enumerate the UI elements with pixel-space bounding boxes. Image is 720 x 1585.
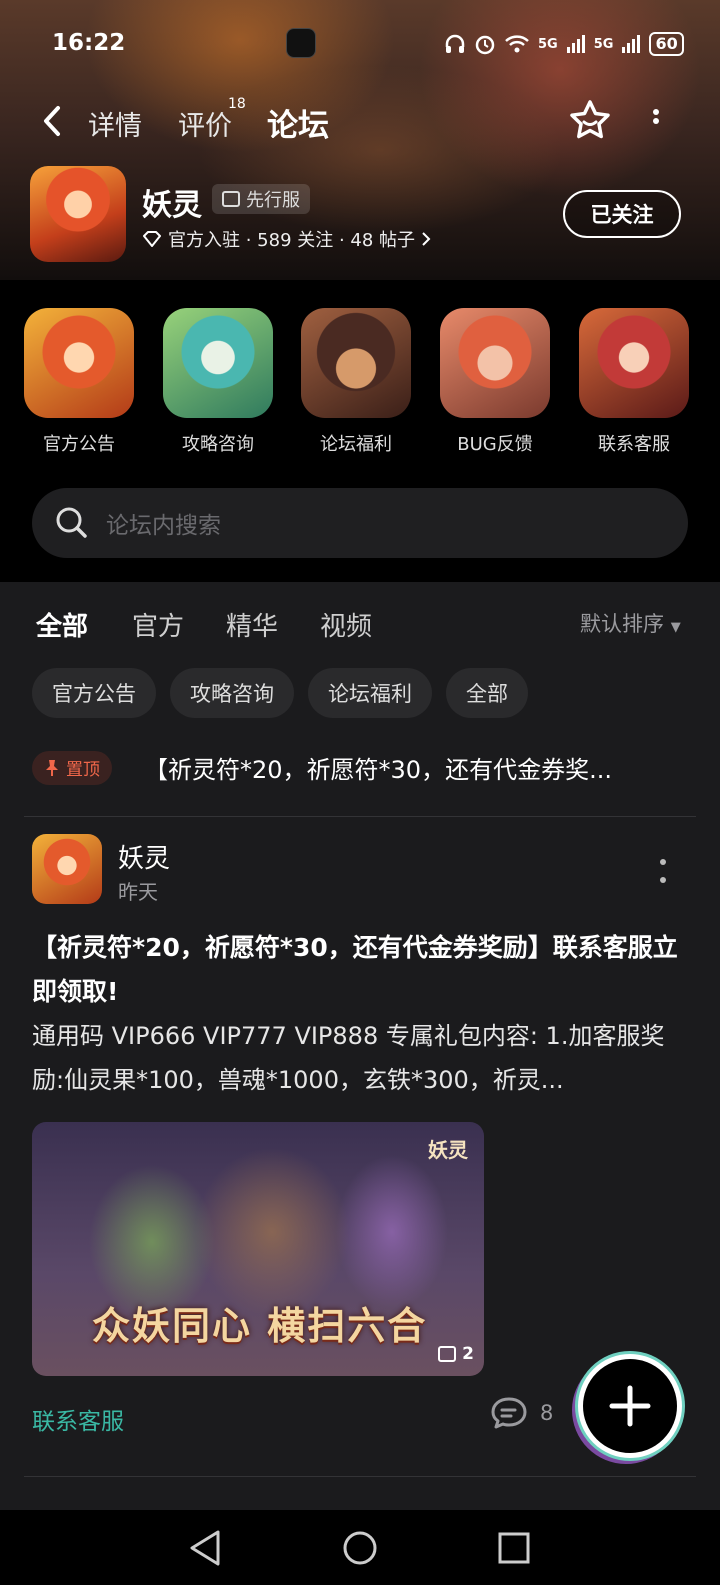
nav-recents-icon[interactable] (496, 1528, 532, 1568)
signal-icon-2 (622, 35, 641, 53)
game-header: 16:22 5G 5G 60 详情 评价 18 论坛 妖灵 先行服 官方入驻 ·… (0, 0, 720, 280)
signal-label-2: 5G (593, 36, 614, 52)
category-label: 攻略咨询 (182, 434, 254, 455)
category-announcements[interactable]: 官方公告 (23, 308, 135, 456)
category-label: 联系客服 (598, 434, 670, 455)
game-meta-text: 官方入驻 · 589 关注 · 48 帖子 (168, 230, 416, 251)
game-name: 妖灵 (142, 188, 202, 223)
divider (24, 816, 696, 817)
image-logo: 妖灵 (428, 1138, 468, 1162)
author-name[interactable]: 妖灵 (118, 838, 170, 875)
game-meta[interactable]: 官方入驻 · 589 关注 · 48 帖子 (142, 226, 431, 252)
image-gallery-icon (438, 1346, 457, 1362)
image-count-value: 2 (462, 1344, 474, 1364)
category-icon (24, 308, 134, 418)
diamond-icon (143, 231, 161, 247)
divider (24, 1476, 696, 1477)
status-time: 16:22 (52, 30, 126, 56)
category-icon (440, 308, 550, 418)
category-bug-report[interactable]: BUG反馈 (439, 308, 551, 456)
sort-label: 默认排序 (580, 612, 664, 636)
beta-server-label: 先行服 (246, 190, 300, 211)
camera-cutout (286, 28, 316, 58)
post-image[interactable]: 妖灵 众妖同心 横扫六合 2 (32, 1122, 484, 1376)
image-caption: 众妖同心 横扫六合 (92, 1303, 428, 1348)
game-avatar[interactable] (30, 166, 126, 262)
search-placeholder: 论坛内搜索 (106, 513, 221, 539)
battery-indicator: 60 (649, 32, 684, 56)
nav-home-icon[interactable] (340, 1528, 380, 1568)
comments-button[interactable]: 8 (490, 1396, 553, 1430)
category-icon (301, 308, 411, 418)
tab-reviews[interactable]: 评价 (178, 104, 232, 143)
status-icons: 5G 5G 60 (444, 32, 684, 56)
chip-welfare[interactable]: 论坛福利 (308, 668, 432, 718)
chip-announcements[interactable]: 官方公告 (32, 668, 156, 718)
reviews-count-badge: 18 (228, 96, 246, 112)
forum-categories: 官方公告 攻略咨询 论坛福利 BUG反馈 联系客服 论坛内搜索 (0, 280, 720, 582)
tab-details[interactable]: 详情 (88, 104, 142, 143)
pinned-badge: 置顶 (32, 750, 112, 785)
headphones-icon (445, 34, 465, 53)
new-post-button[interactable] (578, 1354, 682, 1458)
post-body: 通用码 VIP666 VIP777 VIP888 专属礼包内容: 1.加客服奖励… (32, 1022, 665, 1094)
feed-tab-official[interactable]: 官方 (132, 606, 184, 643)
comment-count: 8 (540, 1401, 554, 1425)
image-count: 2 (438, 1344, 474, 1364)
chevron-right-icon (422, 232, 431, 246)
category-icon (579, 308, 689, 418)
wifi-icon (505, 35, 529, 53)
caret-down-icon: ▼ (670, 620, 681, 635)
category-customer-service[interactable]: 联系客服 (578, 308, 690, 456)
back-arrow-icon[interactable] (40, 104, 66, 138)
plus-icon (609, 1385, 651, 1427)
system-navigation-bar (0, 1510, 720, 1585)
status-bar: 16:22 5G 5G 60 (0, 0, 720, 90)
code-icon (222, 191, 240, 207)
feed-tab-featured[interactable]: 精华 (226, 606, 278, 643)
category-label: 论坛福利 (320, 434, 392, 455)
pinned-title: 【祈灵符*20，祈愿符*30，还有代金券奖... (144, 756, 612, 784)
more-options-icon[interactable] (648, 108, 664, 134)
search-icon (56, 507, 87, 538)
forum-search-bar[interactable]: 论坛内搜索 (32, 488, 688, 558)
alarm-icon (475, 35, 495, 55)
post-time: 昨天 (118, 880, 158, 904)
category-welfare[interactable]: 论坛福利 (300, 308, 412, 456)
filter-chips: 官方公告 攻略咨询 论坛福利 全部 (32, 668, 528, 718)
post-topic-tag[interactable]: 联系客服 (32, 1402, 124, 1436)
nav-back-icon[interactable] (188, 1528, 224, 1568)
pin-icon (46, 759, 58, 776)
game-info: 妖灵 先行服 官方入驻 · 589 关注 · 48 帖子 已关注 (0, 164, 720, 264)
signal-label-1: 5G (538, 36, 558, 52)
beta-server-badge: 先行服 (212, 184, 310, 214)
post-title: 【祈灵符*20，祈愿符*30，还有代金券奖励】联系客服立即领取! (32, 933, 678, 1006)
category-icon (163, 308, 273, 418)
feed-tab-video[interactable]: 视频 (320, 606, 372, 643)
category-guides[interactable]: 攻略咨询 (162, 308, 274, 456)
pinned-post[interactable]: 置顶 【祈灵符*20，祈愿符*30，还有代金券奖... (32, 750, 692, 785)
tab-forum[interactable]: 论坛 (267, 100, 333, 147)
feed-tab-all[interactable]: 全部 (36, 606, 88, 647)
chip-guides[interactable]: 攻略咨询 (170, 668, 294, 718)
pinned-label: 置顶 (66, 760, 100, 780)
star-favorite-icon[interactable] (568, 98, 612, 142)
chip-all[interactable]: 全部 (446, 668, 528, 718)
category-label: 官方公告 (43, 434, 115, 455)
author-avatar[interactable] (32, 834, 102, 904)
top-nav: 详情 评价 18 论坛 (0, 96, 720, 152)
comment-icon (491, 1397, 527, 1429)
sort-dropdown[interactable]: 默认排序 ▼ (580, 608, 681, 638)
category-label: BUG反馈 (457, 434, 533, 455)
post-more-icon[interactable] (656, 856, 670, 886)
signal-icon (566, 35, 585, 53)
follow-button[interactable]: 已关注 (563, 190, 681, 238)
